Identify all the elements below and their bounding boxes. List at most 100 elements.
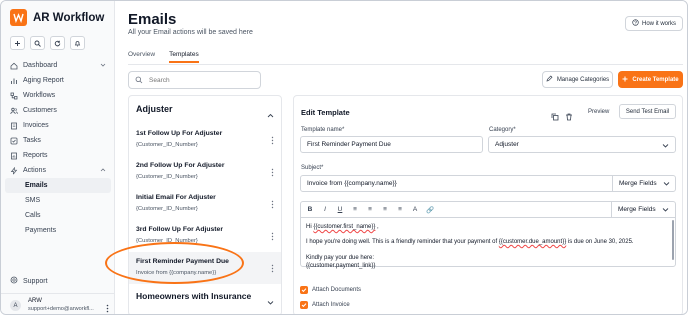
- category-header[interactable]: Adjuster: [136, 104, 173, 114]
- sidebar-item-reports[interactable]: Reports: [1, 148, 115, 163]
- template-name-label: Template name*: [301, 127, 345, 133]
- checkmark-icon: [300, 301, 308, 309]
- template-subject: {Customer_ID_Number}: [136, 206, 198, 212]
- sidebar: AR Workflow Dashboard Aging Report Workf…: [1, 1, 115, 314]
- outdent-button[interactable]: ≡: [396, 206, 404, 213]
- sidebar-item-invoices[interactable]: Invoices: [1, 118, 115, 133]
- sidebar-item-label: Reports: [23, 152, 48, 159]
- search-box[interactable]: [128, 71, 261, 89]
- tab-overview[interactable]: Overview: [128, 51, 155, 63]
- sidebar-item-dashboard[interactable]: Dashboard: [1, 58, 115, 73]
- merge-fields-label: Merge Fields: [619, 180, 657, 187]
- bell-icon[interactable]: [70, 36, 85, 50]
- checkmark-icon: [300, 286, 308, 294]
- avatar: A: [10, 300, 21, 311]
- sidebar-item-customers[interactable]: Customers: [1, 103, 115, 118]
- underline-button[interactable]: U: [336, 206, 344, 213]
- search-input[interactable]: [149, 76, 249, 84]
- list-item[interactable]: Initial Email For Adjuster {Customer_ID_…: [129, 188, 281, 220]
- subject-merge-fields-select[interactable]: Merge Fields: [612, 175, 676, 192]
- template-name: Initial Email For Adjuster: [136, 194, 216, 201]
- sidebar-subitem-emails[interactable]: Emails: [5, 178, 111, 193]
- quick-actions: [10, 36, 85, 50]
- app-window: AR Workflow Dashboard Aging Report Workf…: [0, 0, 688, 315]
- edit-icon: [546, 75, 553, 84]
- manage-categories-button[interactable]: Manage Categories: [542, 71, 613, 88]
- italic-button[interactable]: I: [321, 206, 329, 213]
- editor-toolbar: B I U ≡ ≡ ≡ ≡ A 🔗 Merge Fields: [301, 201, 675, 218]
- chart-icon: [10, 77, 18, 85]
- how-it-works-button[interactable]: How it works: [624, 16, 683, 31]
- list-item[interactable]: 2nd Follow Up For Adjuster {Customer_ID_…: [129, 156, 281, 188]
- support-link[interactable]: Support: [10, 276, 48, 286]
- sidebar-subitem-sms[interactable]: SMS: [1, 193, 115, 208]
- chevron-down-icon[interactable]: [267, 293, 274, 311]
- ar-workflow-logo-icon: [10, 9, 27, 26]
- sidebar-subitem-payments[interactable]: Payments: [1, 223, 115, 238]
- chevron-up-icon: [100, 167, 106, 175]
- template-subject: Invoice from {{company.name}}: [136, 270, 217, 276]
- body-paragraph: Kindly pay your due here:: [306, 255, 375, 261]
- attach-documents-checkbox[interactable]: Attach Documents: [300, 286, 361, 294]
- numbered-list-button[interactable]: ≡: [366, 206, 374, 213]
- category-label: Category*: [489, 127, 516, 133]
- tab-templates[interactable]: Templates: [169, 51, 199, 63]
- app-name: AR Workflow: [33, 11, 105, 24]
- tab-divider: [128, 64, 683, 65]
- category-select[interactable]: Adjuster: [488, 136, 676, 153]
- template-list: Adjuster 1st Follow Up For Adjuster {Cus…: [128, 95, 282, 314]
- edit-template-panel: Edit Template Preview Send Test Email Te…: [293, 95, 683, 314]
- editor-scrollbar[interactable]: [672, 220, 674, 260]
- bold-button[interactable]: B: [306, 206, 314, 213]
- sidebar-item-label: Invoices: [23, 122, 49, 129]
- merge-field: {{customer.due_amount}}: [498, 239, 567, 245]
- kebab-menu-icon[interactable]: [271, 260, 274, 278]
- template-subject: {Customer_ID_Number}: [136, 174, 198, 180]
- body-text: I hope you're doing well. This is a frie…: [306, 239, 499, 245]
- kebab-menu-icon[interactable]: [271, 196, 274, 214]
- chevron-down-icon: [662, 206, 669, 215]
- template-name-field[interactable]: First Reminder Payment Due: [300, 136, 483, 153]
- subject-field[interactable]: Invoice from {{company.name}} Merge Fiel…: [300, 175, 676, 192]
- copy-icon[interactable]: [551, 108, 559, 126]
- sidebar-item-tasks[interactable]: Tasks: [1, 133, 115, 148]
- attach-invoice-checkbox[interactable]: Attach Invoice: [300, 301, 350, 309]
- create-template-button[interactable]: Create Template: [618, 71, 683, 88]
- page-title: Emails: [128, 11, 177, 28]
- kebab-menu-icon[interactable]: [271, 132, 274, 150]
- kebab-menu-icon[interactable]: [271, 228, 274, 246]
- attach-documents-label: Attach Documents: [312, 287, 362, 293]
- tasks-icon: [10, 137, 18, 145]
- refresh-icon[interactable]: [50, 36, 65, 50]
- chevron-up-icon[interactable]: [267, 106, 274, 124]
- send-test-email-button[interactable]: Send Test Email: [619, 104, 676, 119]
- bullet-list-button[interactable]: ≡: [351, 206, 359, 213]
- sidebar-item-actions[interactable]: Actions: [1, 163, 115, 178]
- help-icon: [632, 19, 639, 28]
- body-editor[interactable]: B I U ≡ ≡ ≡ ≡ A 🔗 Merge Fields Hi {{cust…: [300, 201, 676, 269]
- body-merge-fields-select[interactable]: Merge Fields: [611, 201, 675, 218]
- kebab-menu-icon[interactable]: [106, 300, 109, 314]
- template-subject: {Customer_ID_Number}: [136, 142, 198, 148]
- sidebar-item-aging-report[interactable]: Aging Report: [1, 73, 115, 88]
- sidebar-subitem-calls[interactable]: Calls: [1, 208, 115, 223]
- list-item[interactable]: 1st Follow Up For Adjuster {Customer_ID_…: [129, 124, 281, 156]
- user-profile[interactable]: A ARW support+demo@arworkfl...: [1, 293, 115, 314]
- text-color-button[interactable]: A: [411, 206, 419, 213]
- search-icon[interactable]: [30, 36, 45, 50]
- manage-categories-label: Manage Categories: [556, 76, 610, 83]
- trash-icon[interactable]: [565, 108, 573, 126]
- template-name-value: First Reminder Payment Due: [307, 141, 391, 148]
- list-item[interactable]: 3rd Follow Up For Adjuster {Customer_ID_…: [129, 220, 281, 252]
- list-item-selected[interactable]: First Reminder Payment Due Invoice from …: [129, 252, 281, 284]
- category-header[interactable]: Homeowners with Insurance: [136, 291, 251, 301]
- body-greeting: Hi {{customer.first_name}} ,: [306, 224, 379, 230]
- preview-button[interactable]: Preview: [588, 109, 609, 115]
- sidebar-item-label: Customers: [23, 107, 57, 114]
- kebab-menu-icon[interactable]: [271, 164, 274, 182]
- link-button[interactable]: 🔗: [426, 206, 434, 214]
- indent-button[interactable]: ≡: [381, 206, 389, 213]
- body-paragraph: I hope you're doing well. This is a frie…: [306, 239, 634, 245]
- plus-icon[interactable]: [10, 36, 25, 50]
- sidebar-item-workflows[interactable]: Workflows: [1, 88, 115, 103]
